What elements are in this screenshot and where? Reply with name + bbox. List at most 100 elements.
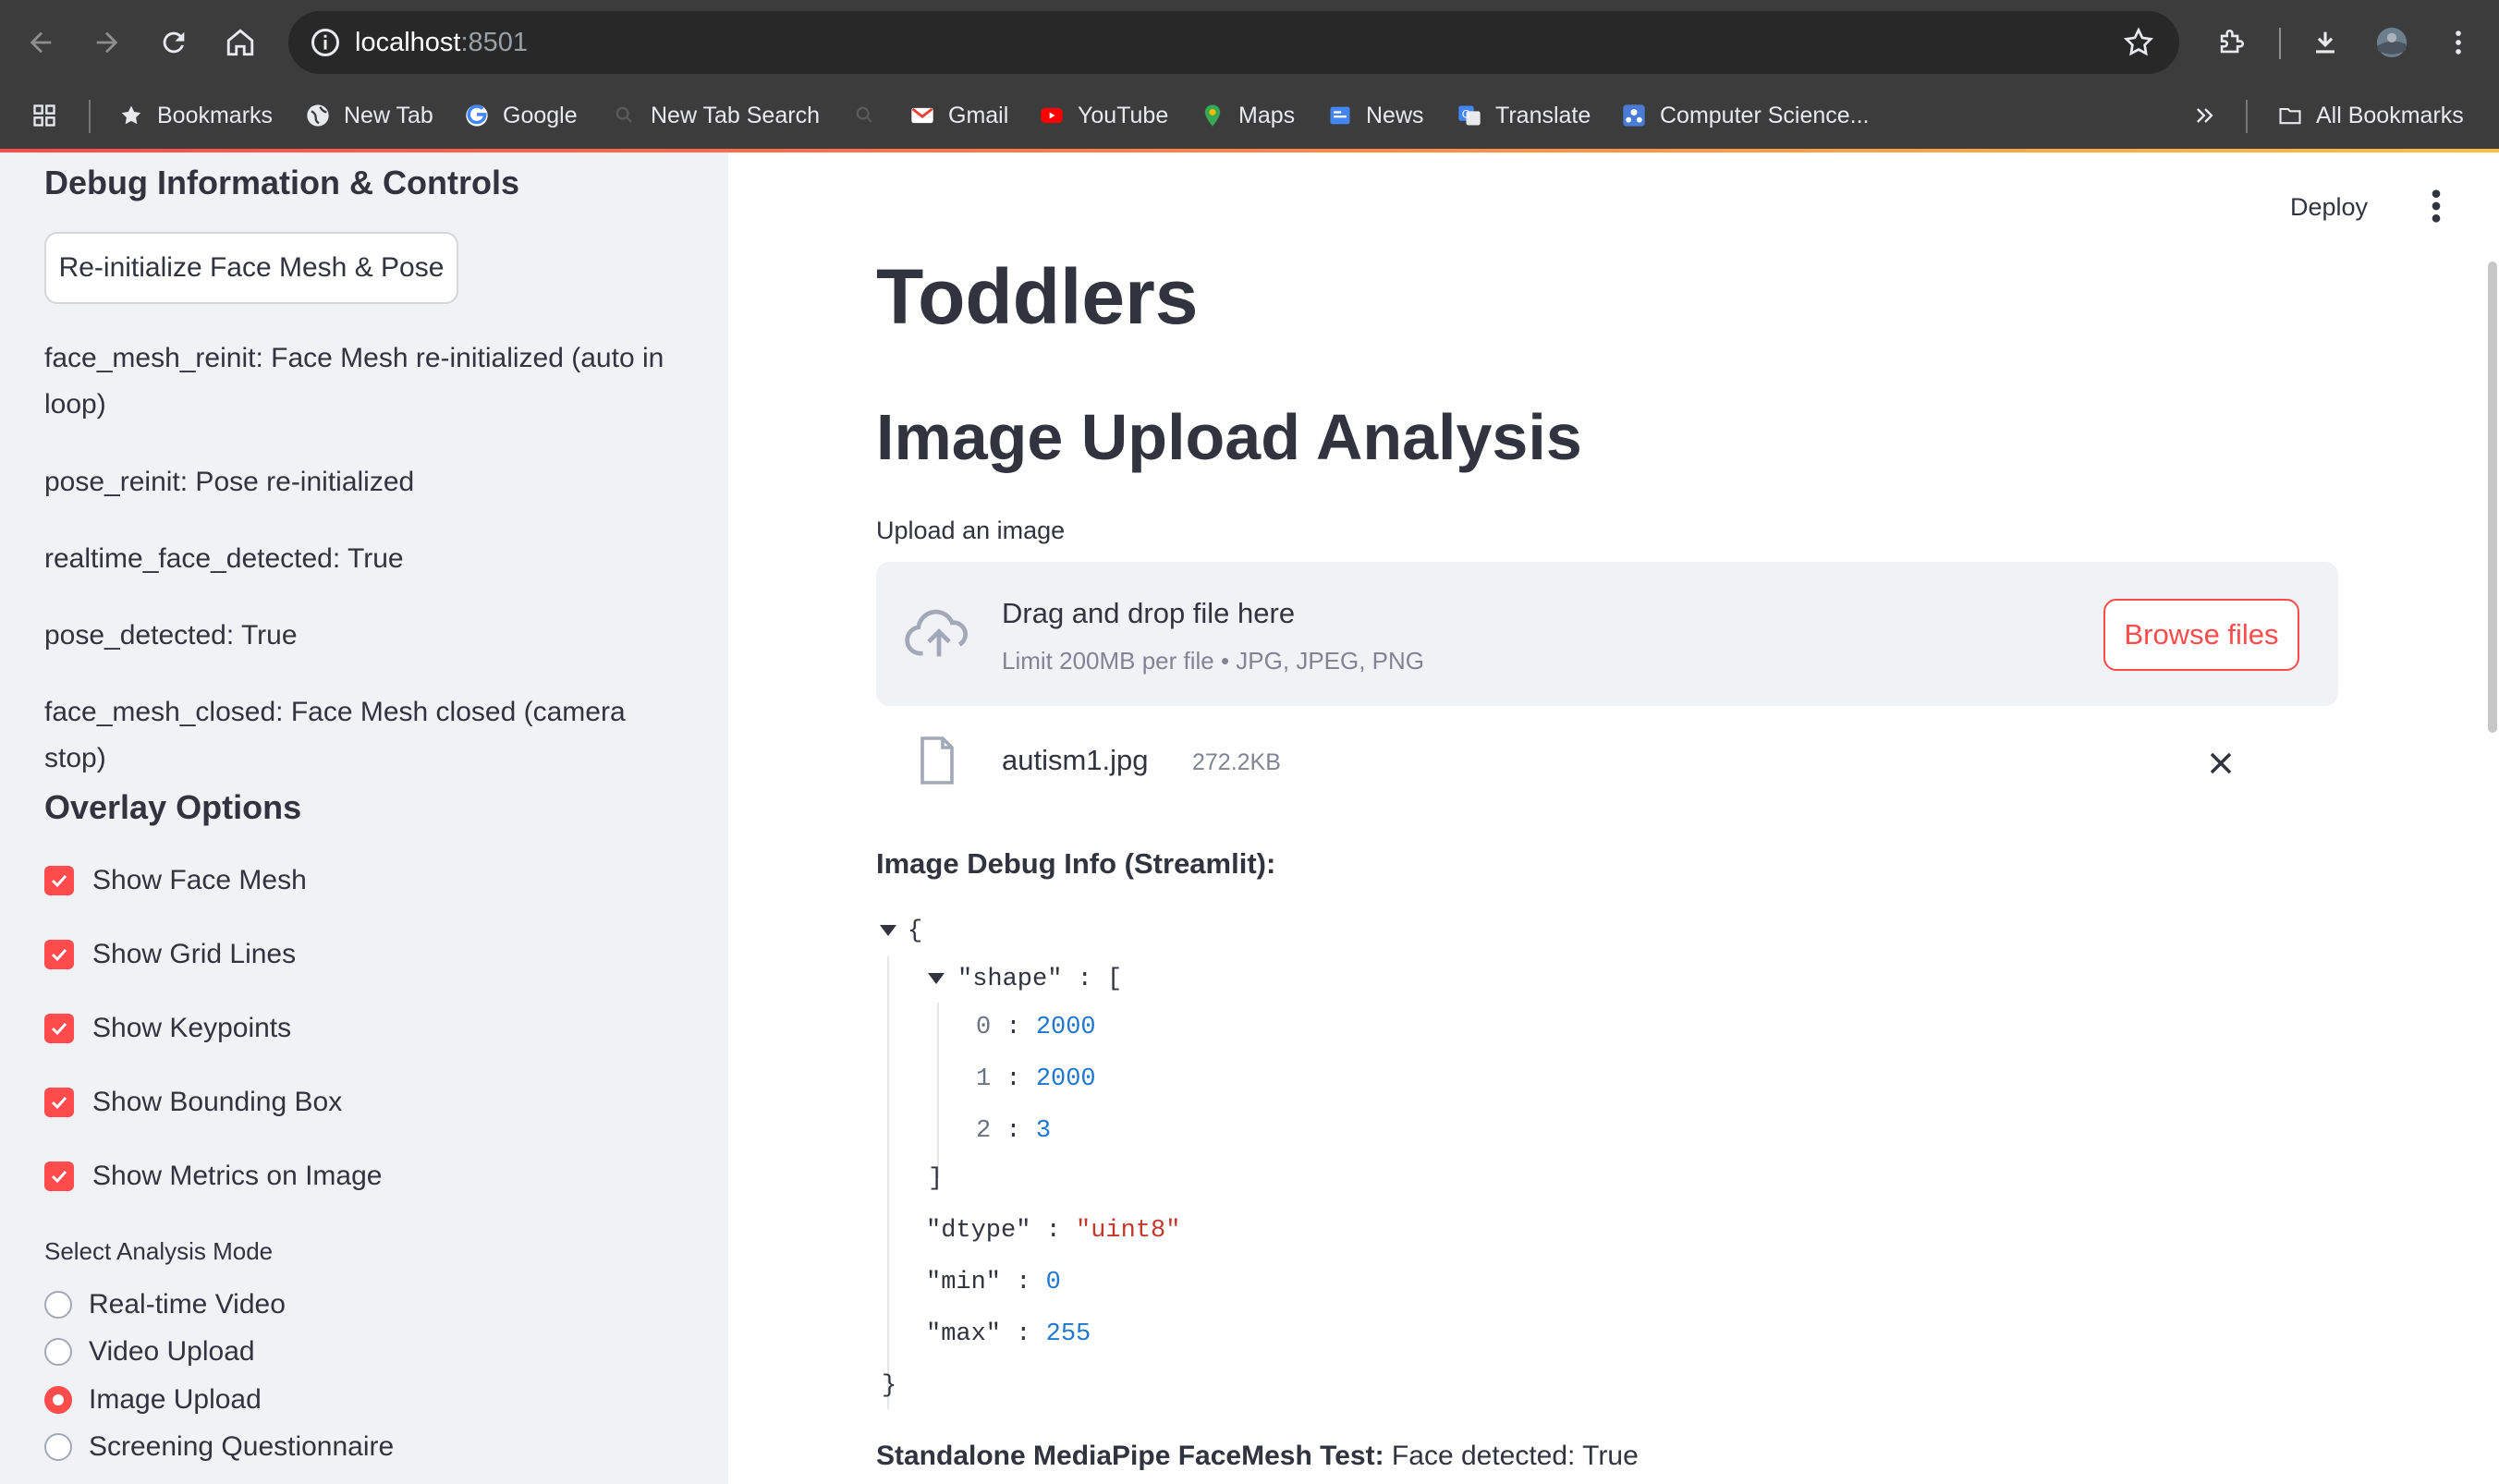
json-number: 2000 <box>1035 1014 1096 1041</box>
file-icon <box>920 736 954 785</box>
bookmark-bookmarks[interactable]: Bookmarks <box>118 85 273 146</box>
reload-icon <box>163 31 185 54</box>
standalone-label: Standalone MediaPipe FaceMesh Test: <box>876 1441 1384 1471</box>
checkbox-label: Show Keypoints <box>92 1013 292 1043</box>
checkbox-checked-icon <box>44 1162 74 1191</box>
json-colon: : <box>991 1014 1036 1041</box>
checkbox-show-bounding-box[interactable]: Show Bounding Box <box>44 1082 342 1123</box>
browser-menu-button[interactable] <box>2436 20 2481 65</box>
bookmark-new-tab-search[interactable]: New Tab Search <box>612 85 820 146</box>
checkbox-checked-icon <box>44 866 74 895</box>
bookmark-label: Google <box>503 102 578 128</box>
file-size: 272.2KB <box>1192 749 1281 775</box>
json-index: 0 <box>976 1014 992 1041</box>
bookmark-news[interactable]: News <box>1327 85 1424 146</box>
checkbox-label: Show Bounding Box <box>92 1087 343 1117</box>
url-host: localhost <box>355 28 461 57</box>
svg-text:G: G <box>1462 108 1470 120</box>
json-guide-line <box>887 956 889 1409</box>
forward-button[interactable] <box>85 20 129 65</box>
checkbox-show-grid-lines[interactable]: Show Grid Lines <box>44 934 296 975</box>
radio-screening-questionnaire[interactable]: Screening Questionnaire <box>44 1427 394 1467</box>
apps-button[interactable] <box>31 85 70 146</box>
checkbox-show-face-mesh[interactable]: Show Face Mesh <box>44 860 307 901</box>
overlay-options-title: Overlay Options <box>44 788 302 826</box>
search-icon <box>616 106 632 123</box>
bookmark-google[interactable]: Google <box>464 85 578 146</box>
profile-button[interactable] <box>2370 20 2414 65</box>
json-number: 2000 <box>1035 1065 1096 1093</box>
radio-real-time-video[interactable]: Real-time Video <box>44 1284 286 1325</box>
json-number: 255 <box>1045 1320 1091 1348</box>
json-bracket: [ <box>1107 966 1123 993</box>
radio-selected-icon <box>44 1386 72 1414</box>
debug-line: face_mesh_reinit: Face Mesh re-initializ… <box>44 343 664 420</box>
collapse-caret-icon[interactable] <box>880 925 896 936</box>
json-colon: : <box>1001 1269 1046 1296</box>
reload-button[interactable] <box>152 20 196 65</box>
uploaded-file: autism1.jpg 272.2KB <box>876 725 2338 799</box>
json-open-brace: { <box>908 918 923 945</box>
json-close-brace: } <box>882 1372 897 1400</box>
checkbox-show-keypoints[interactable]: Show Keypoints <box>44 1008 291 1049</box>
radio-label: Real-time Video <box>89 1289 286 1320</box>
all-bookmarks-button[interactable]: All Bookmarks <box>2277 85 2464 146</box>
json-colon: : <box>1030 1217 1077 1245</box>
gmail-icon <box>911 107 933 124</box>
collapse-caret-icon[interactable] <box>928 973 945 984</box>
downloads-button[interactable] <box>2303 20 2347 65</box>
more-bookmarks-button[interactable] <box>2192 85 2231 146</box>
debug-line: pose_detected: True <box>44 620 298 651</box>
url-text[interactable]: localhost:8501 <box>355 11 528 74</box>
debug-line: pose_reinit: Pose re-initialized <box>44 467 415 497</box>
bookmark-maps[interactable]: Maps <box>1200 85 1295 146</box>
star-icon <box>121 105 141 125</box>
checkbox-checked-icon <box>44 940 74 969</box>
address-bar[interactable]: localhost:8501 <box>288 11 2179 74</box>
json-dtype-row: "dtype" : "uint8" <box>926 1217 1180 1245</box>
puzzle-icon <box>2220 30 2244 54</box>
radio-video-upload[interactable]: Video Upload <box>44 1332 255 1372</box>
folder-icon <box>2279 107 2301 125</box>
json-key: "dtype" <box>926 1217 1031 1245</box>
bookmark-blank[interactable] <box>852 85 891 146</box>
bookmark-youtube[interactable]: YouTube <box>1039 85 1168 146</box>
computer-science-icon <box>1623 104 1645 127</box>
checkbox-label: Show Metrics on Image <box>92 1161 383 1191</box>
bookmark-gmail[interactable]: Gmail <box>909 85 1008 146</box>
back-button[interactable] <box>18 20 63 65</box>
download-icon <box>2316 31 2334 54</box>
toolbar-divider <box>2279 28 2281 59</box>
bookmarks-divider <box>2246 100 2248 133</box>
home-button[interactable] <box>218 20 262 65</box>
json-shape-item: 1 : 2000 <box>976 1065 1096 1093</box>
bookmark-star-icon[interactable] <box>2122 26 2155 59</box>
info-icon[interactable] <box>309 26 342 59</box>
checkbox-show-metrics[interactable]: Show Metrics on Image <box>44 1156 382 1197</box>
file-name: autism1.jpg <box>1002 744 1149 776</box>
file-dropzone[interactable]: Drag and drop file here Limit 200MB per … <box>876 562 2338 706</box>
url-port: :8501 <box>460 28 529 57</box>
reinitialize-button[interactable]: Re-initialize Face Mesh & Pose <box>44 232 458 304</box>
close-icon[interactable] <box>2207 749 2235 777</box>
browse-files-button[interactable]: Browse files <box>2103 599 2299 671</box>
arrow-right-icon <box>96 31 118 54</box>
bookmark-computer-science[interactable]: Computer Science... <box>1621 85 1870 146</box>
radio-image-upload[interactable]: Image Upload <box>44 1380 262 1420</box>
youtube-icon <box>1041 107 1063 124</box>
avatar-icon <box>2376 27 2408 58</box>
json-shape-item: 0 : 2000 <box>976 1014 1096 1041</box>
bookmark-translate[interactable]: G Translate <box>1457 85 1591 146</box>
bookmark-label: New Tab Search <box>651 102 820 128</box>
search-icon <box>856 106 872 123</box>
kebab-menu-icon[interactable] <box>2425 188 2447 225</box>
scrollbar-thumb[interactable] <box>2488 262 2497 733</box>
json-close-bracket: ] <box>928 1165 944 1193</box>
image-debug-title: Image Debug Info (Streamlit): <box>876 847 1276 880</box>
deploy-button[interactable]: Deploy <box>2290 193 2368 222</box>
json-max-row: "max" : 255 <box>926 1320 1091 1348</box>
bookmark-new-tab[interactable]: New Tab <box>305 85 433 146</box>
bookmark-label: YouTube <box>1078 102 1169 128</box>
extensions-button[interactable] <box>2209 20 2253 65</box>
bookmark-label: News <box>1366 102 1424 128</box>
